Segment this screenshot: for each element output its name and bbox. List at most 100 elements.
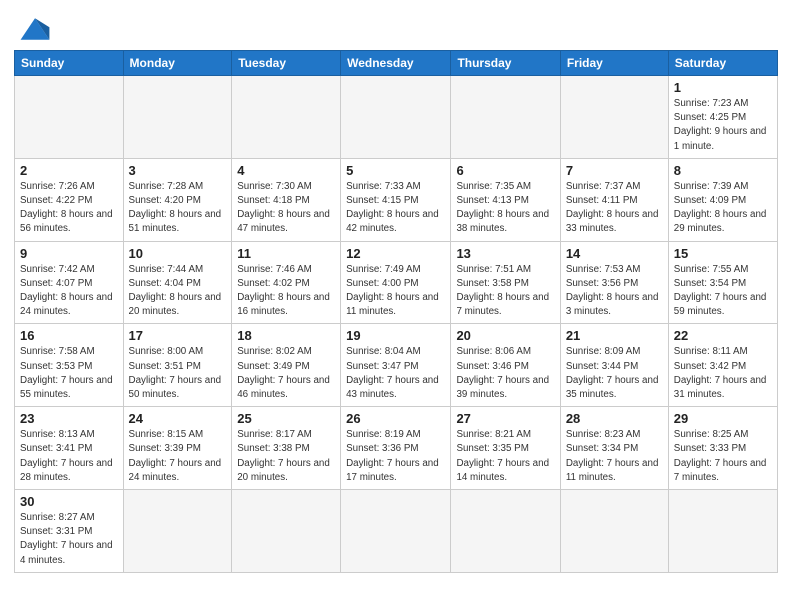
weekday-header-sunday: Sunday	[15, 51, 124, 76]
day-info: Sunrise: 8:15 AM Sunset: 3:39 PM Dayligh…	[129, 428, 227, 485]
day-info: Sunrise: 8:23 AM Sunset: 3:34 PM Dayligh…	[566, 428, 663, 485]
day-number: 28	[566, 411, 663, 426]
day-info: Sunrise: 7:58 AM Sunset: 3:53 PM Dayligh…	[20, 345, 118, 402]
day-info: Sunrise: 7:42 AM Sunset: 4:07 PM Dayligh…	[20, 263, 118, 320]
day-number: 24	[129, 411, 227, 426]
day-info: Sunrise: 7:23 AM Sunset: 4:25 PM Dayligh…	[674, 97, 772, 154]
day-info: Sunrise: 7:28 AM Sunset: 4:20 PM Dayligh…	[129, 180, 227, 237]
weekday-header-wednesday: Wednesday	[341, 51, 451, 76]
day-number: 17	[129, 328, 227, 343]
day-cell	[123, 490, 232, 573]
page: SundayMondayTuesdayWednesdayThursdayFrid…	[0, 0, 792, 612]
day-info: Sunrise: 7:37 AM Sunset: 4:11 PM Dayligh…	[566, 180, 663, 237]
day-number: 21	[566, 328, 663, 343]
day-cell: 18Sunrise: 8:02 AM Sunset: 3:49 PM Dayli…	[232, 324, 341, 407]
week-row-5: 23 Sunrise: 8:13 AM Sunset: 3:41 PM Dayli…	[15, 407, 778, 490]
day-cell: 7 Sunrise: 7:37 AM Sunset: 4:11 PM Daylig…	[560, 158, 668, 241]
day-cell: 2 Sunrise: 7:26 AM Sunset: 4:22 PM Daylig…	[15, 158, 124, 241]
week-row-1: 1 Sunrise: 7:23 AM Sunset: 4:25 PM Daylig…	[15, 76, 778, 159]
day-cell	[451, 490, 560, 573]
logo-icon	[17, 14, 53, 44]
day-cell: 22 Sunrise: 8:11 AM Sunset: 3:42 PM Dayli…	[668, 324, 777, 407]
day-number: 9	[20, 246, 118, 261]
day-cell: 16 Sunrise: 7:58 AM Sunset: 3:53 PM Dayli…	[15, 324, 124, 407]
day-number: 6	[456, 163, 554, 178]
day-cell: 25 Sunrise: 8:17 AM Sunset: 3:38 PM Dayli…	[232, 407, 341, 490]
day-cell: 4Sunrise: 7:30 AM Sunset: 4:18 PM Daylig…	[232, 158, 341, 241]
day-info: Sunrise: 7:46 AM Sunset: 4:02 PM Dayligh…	[237, 263, 335, 320]
day-number: 16	[20, 328, 118, 343]
weekday-header-thursday: Thursday	[451, 51, 560, 76]
day-number: 26	[346, 411, 445, 426]
day-info: Sunrise: 7:26 AM Sunset: 4:22 PM Dayligh…	[20, 180, 118, 237]
day-number: 23	[20, 411, 118, 426]
day-number: 2	[20, 163, 118, 178]
day-cell: 6 Sunrise: 7:35 AM Sunset: 4:13 PM Daylig…	[451, 158, 560, 241]
day-number: 7	[566, 163, 663, 178]
day-info: Sunrise: 8:17 AM Sunset: 3:38 PM Dayligh…	[237, 428, 335, 485]
day-cell: 27Sunrise: 8:21 AM Sunset: 3:35 PM Dayli…	[451, 407, 560, 490]
day-cell: 15Sunrise: 7:55 AM Sunset: 3:54 PM Dayli…	[668, 241, 777, 324]
day-cell: 23 Sunrise: 8:13 AM Sunset: 3:41 PM Dayli…	[15, 407, 124, 490]
day-info: Sunrise: 7:33 AM Sunset: 4:15 PM Dayligh…	[346, 180, 445, 237]
logo	[14, 14, 53, 44]
day-info: Sunrise: 7:55 AM Sunset: 3:54 PM Dayligh…	[674, 263, 772, 320]
day-number: 12	[346, 246, 445, 261]
day-cell: 10 Sunrise: 7:44 AM Sunset: 4:04 PM Dayli…	[123, 241, 232, 324]
day-number: 11	[237, 246, 335, 261]
weekday-header-friday: Friday	[560, 51, 668, 76]
day-number: 1	[674, 80, 772, 95]
day-number: 27	[456, 411, 554, 426]
day-number: 22	[674, 328, 772, 343]
day-cell: 14Sunrise: 7:53 AM Sunset: 3:56 PM Dayli…	[560, 241, 668, 324]
header	[14, 10, 778, 44]
day-info: Sunrise: 8:19 AM Sunset: 3:36 PM Dayligh…	[346, 428, 445, 485]
day-number: 4	[237, 163, 335, 178]
day-cell: 13 Sunrise: 7:51 AM Sunset: 3:58 PM Dayli…	[451, 241, 560, 324]
day-info: Sunrise: 7:44 AM Sunset: 4:04 PM Dayligh…	[129, 263, 227, 320]
week-row-2: 2 Sunrise: 7:26 AM Sunset: 4:22 PM Daylig…	[15, 158, 778, 241]
day-cell	[668, 490, 777, 573]
day-info: Sunrise: 8:13 AM Sunset: 3:41 PM Dayligh…	[20, 428, 118, 485]
day-cell: 11 Sunrise: 7:46 AM Sunset: 4:02 PM Dayli…	[232, 241, 341, 324]
day-cell: 9 Sunrise: 7:42 AM Sunset: 4:07 PM Daylig…	[15, 241, 124, 324]
day-cell: 19 Sunrise: 8:04 AM Sunset: 3:47 PM Dayli…	[341, 324, 451, 407]
day-number: 8	[674, 163, 772, 178]
day-number: 3	[129, 163, 227, 178]
day-number: 19	[346, 328, 445, 343]
day-number: 25	[237, 411, 335, 426]
week-row-6: 30Sunrise: 8:27 AM Sunset: 3:31 PM Dayli…	[15, 490, 778, 573]
day-number: 13	[456, 246, 554, 261]
day-cell	[560, 490, 668, 573]
day-number: 20	[456, 328, 554, 343]
day-info: Sunrise: 8:00 AM Sunset: 3:51 PM Dayligh…	[129, 345, 227, 402]
day-cell	[123, 76, 232, 159]
day-info: Sunrise: 8:04 AM Sunset: 3:47 PM Dayligh…	[346, 345, 445, 402]
calendar-table: SundayMondayTuesdayWednesdayThursdayFrid…	[14, 50, 778, 573]
day-number: 10	[129, 246, 227, 261]
day-cell: 29Sunrise: 8:25 AM Sunset: 3:33 PM Dayli…	[668, 407, 777, 490]
day-info: Sunrise: 7:51 AM Sunset: 3:58 PM Dayligh…	[456, 263, 554, 320]
day-cell: 5Sunrise: 7:33 AM Sunset: 4:15 PM Daylig…	[341, 158, 451, 241]
day-cell: 21Sunrise: 8:09 AM Sunset: 3:44 PM Dayli…	[560, 324, 668, 407]
day-cell	[15, 76, 124, 159]
day-info: Sunrise: 7:35 AM Sunset: 4:13 PM Dayligh…	[456, 180, 554, 237]
day-cell	[341, 490, 451, 573]
weekday-header-monday: Monday	[123, 51, 232, 76]
day-number: 29	[674, 411, 772, 426]
day-cell: 28 Sunrise: 8:23 AM Sunset: 3:34 PM Dayli…	[560, 407, 668, 490]
day-cell: 12Sunrise: 7:49 AM Sunset: 4:00 PM Dayli…	[341, 241, 451, 324]
day-cell	[232, 490, 341, 573]
day-cell: 24 Sunrise: 8:15 AM Sunset: 3:39 PM Dayli…	[123, 407, 232, 490]
day-info: Sunrise: 8:11 AM Sunset: 3:42 PM Dayligh…	[674, 345, 772, 402]
weekday-header-row: SundayMondayTuesdayWednesdayThursdayFrid…	[15, 51, 778, 76]
day-number: 30	[20, 494, 118, 509]
day-cell	[451, 76, 560, 159]
day-cell: 17 Sunrise: 8:00 AM Sunset: 3:51 PM Dayli…	[123, 324, 232, 407]
day-number: 18	[237, 328, 335, 343]
week-row-3: 9 Sunrise: 7:42 AM Sunset: 4:07 PM Daylig…	[15, 241, 778, 324]
day-cell: 3 Sunrise: 7:28 AM Sunset: 4:20 PM Daylig…	[123, 158, 232, 241]
day-info: Sunrise: 7:39 AM Sunset: 4:09 PM Dayligh…	[674, 180, 772, 237]
day-cell: 30Sunrise: 8:27 AM Sunset: 3:31 PM Dayli…	[15, 490, 124, 573]
day-cell	[232, 76, 341, 159]
